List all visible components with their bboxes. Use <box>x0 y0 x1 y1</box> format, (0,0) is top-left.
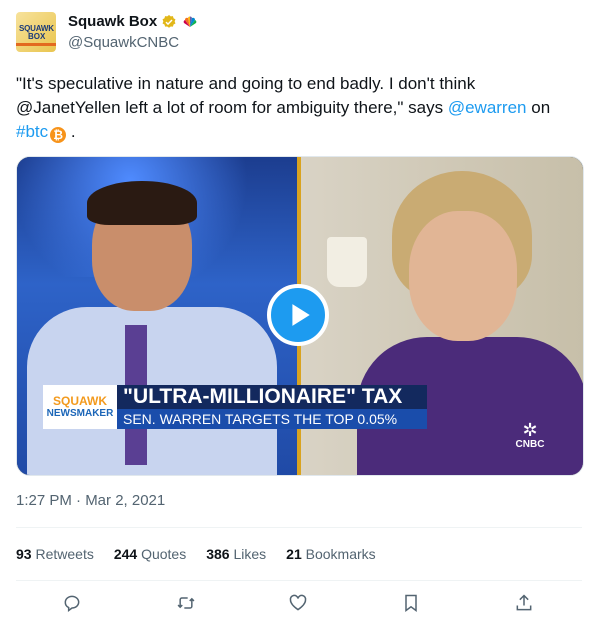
tweet-text-end: . <box>66 122 76 141</box>
reply-button[interactable] <box>62 593 84 615</box>
tweet-text: "It's speculative in nature and going to… <box>16 72 582 144</box>
divider-bottom <box>16 580 582 581</box>
lower-third-logo-2: NEWSMAKER <box>46 407 114 419</box>
name-row: Squawk Box <box>68 13 197 30</box>
network-peacock-icon: ✲ <box>522 420 538 440</box>
like-icon <box>289 594 307 611</box>
bitcoin-icon: ₿ <box>50 127 67 143</box>
play-icon <box>292 304 310 326</box>
video-player[interactable]: SQUAWK NEWSMAKER "ULTRA-MILLIONAIRE" TAX… <box>16 156 584 476</box>
avatar-stripe <box>16 43 56 46</box>
lamp <box>327 237 367 287</box>
avatar-text-box: BOX <box>28 32 46 41</box>
lower-third-logo-1: SQUAWK <box>53 393 107 408</box>
divider-top <box>16 527 582 528</box>
network-bug-text: CNBC <box>515 439 545 450</box>
quotes-label: Quotes <box>141 546 187 562</box>
likes-stat[interactable]: 386 Likes <box>206 546 266 562</box>
account-name[interactable]: Squawk Box <box>68 13 157 30</box>
retweets-count: 93 <box>16 546 32 562</box>
guest-head <box>409 211 517 341</box>
network-bug: ✲ CNBC <box>510 421 550 450</box>
quotes-stat[interactable]: 244 Quotes <box>114 546 186 562</box>
hashtag-link[interactable]: #btc <box>16 122 48 141</box>
bookmarks-stat[interactable]: 21 Bookmarks <box>286 546 376 562</box>
retweets-stat[interactable]: 93 Retweets <box>16 546 94 562</box>
share-button[interactable] <box>514 593 536 615</box>
likes-label: Likes <box>233 546 267 562</box>
retweet-icon <box>177 597 195 609</box>
bookmark-button[interactable] <box>401 593 423 615</box>
tweet-text-part1: "It's speculative in nature and going to… <box>16 74 476 117</box>
bookmark-icon <box>405 594 417 612</box>
tweet-timestamp[interactable]: 1:27 PM · Mar 2, 2021 <box>16 492 165 509</box>
lower-third-logo: SQUAWK NEWSMAKER <box>43 385 117 429</box>
lower-third: SQUAWK NEWSMAKER "ULTRA-MILLIONAIRE" TAX… <box>43 385 427 429</box>
anchor-hair <box>87 181 197 225</box>
reply-icon <box>64 595 80 612</box>
avatar[interactable]: SQUAWK BOX <box>16 12 56 52</box>
engagement-stats: 93 Retweets 244 Quotes 386 Likes 21 Book… <box>16 546 376 562</box>
bookmarks-count: 21 <box>286 546 302 562</box>
peacock-icon <box>183 15 197 27</box>
tweet-header: SQUAWK BOX Squawk Box @SquawkCNBC <box>16 11 582 55</box>
action-bar <box>16 593 582 617</box>
subheadline: SEN. WARREN TARGETS THE TOP 0.05% <box>117 409 427 429</box>
play-button[interactable] <box>267 284 329 346</box>
retweet-button[interactable] <box>176 593 198 615</box>
mention-link[interactable]: @ewarren <box>448 98 527 117</box>
share-icon <box>516 594 532 611</box>
likes-count: 386 <box>206 546 230 562</box>
bookmarks-label: Bookmarks <box>305 546 376 562</box>
headline: "ULTRA-MILLIONAIRE" TAX <box>123 385 403 408</box>
like-button[interactable] <box>288 593 310 615</box>
verified-badge-icon <box>162 14 176 28</box>
quotes-count: 244 <box>113 546 138 562</box>
tweet-text-part2: on <box>526 98 551 117</box>
account-handle[interactable]: @SquawkCNBC <box>68 34 179 51</box>
lower-third-text: "ULTRA-MILLIONAIRE" TAX SEN. WARREN TARG… <box>117 385 427 429</box>
retweets-label: Retweets <box>35 546 94 562</box>
